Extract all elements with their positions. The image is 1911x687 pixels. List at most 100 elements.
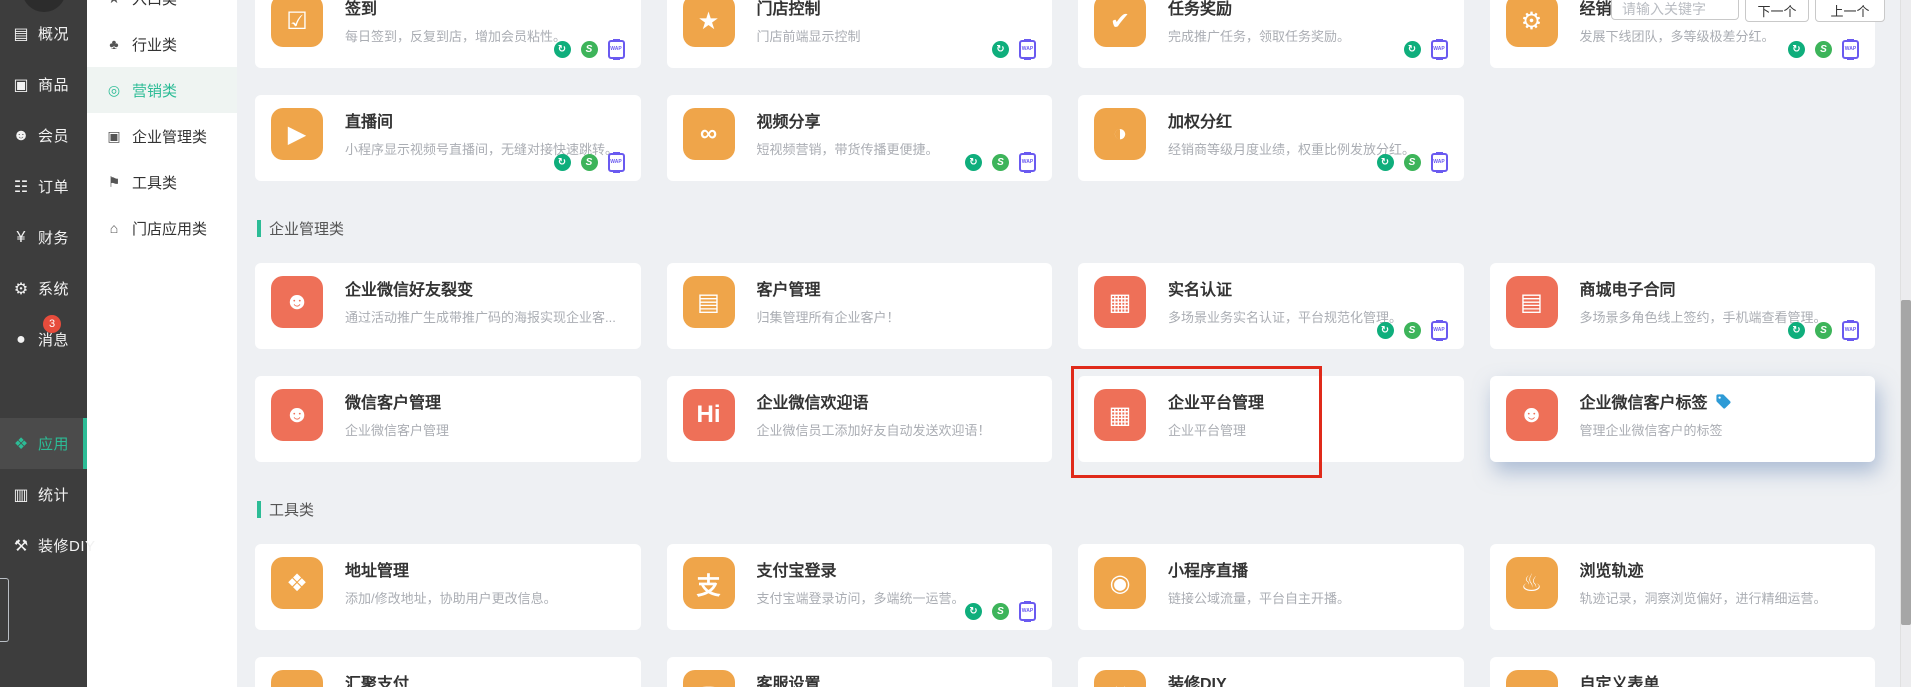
category-item-industry[interactable]: ♣ 行业类	[87, 21, 237, 67]
sidebar-item-members[interactable]: ☻ 会员	[0, 110, 87, 161]
app-tile-glyph: ☻	[284, 401, 309, 429]
app-card-sign-in[interactable]: ☑ 签到 每日签到，反复到店，增加会员粘性。 ↻SWAP	[255, 0, 641, 68]
category-item-label: 企业管理类	[132, 126, 207, 147]
app-tile-glyph: ☏	[693, 682, 723, 687]
app-card-description: 轨迹记录，洞察浏览偏好，进行精细运营。	[1580, 588, 1860, 607]
app-tile-icon: ◈	[271, 670, 323, 687]
section-header-label: 工具类	[269, 499, 314, 520]
app-card-body: 客服设置	[757, 670, 1037, 687]
app-card-address-management[interactable]: ❖ 地址管理 添加/修改地址，协助用户更改信息。	[255, 544, 641, 630]
app-tile-icon: ▤	[1506, 276, 1558, 328]
scrollbar-thumb[interactable]	[1901, 300, 1911, 625]
tags-icon	[1715, 393, 1732, 410]
app-tile-icon: ☑	[271, 0, 323, 47]
app-card-title: 任务奖励	[1168, 0, 1232, 19]
app-card-live-room[interactable]: ▶ 直播间 小程序显示视频号直播间，无缝对接快速跳转。 ↻SWAP	[255, 95, 641, 181]
category-item-label: 入口类	[132, 0, 177, 9]
app-card-miniprogram-live[interactable]: ◉ 小程序直播 链接公域流量，平台自主开播。	[1078, 544, 1464, 630]
app-tile-icon: ★	[683, 0, 735, 47]
app-card-title: 企业微信欢迎语	[757, 389, 869, 413]
app-card-wework-customer-tags[interactable]: ☻ 企业微信客户标签 管理企业微信客户的标签	[1490, 376, 1876, 462]
app-grid: ❖ 地址管理 添加/修改地址，协助用户更改信息。 支 支付宝登录 支付宝端登录访…	[255, 544, 1875, 687]
app-card-customer-management[interactable]: ▤ 客户管理 归集管理所有企业客户！	[667, 263, 1053, 349]
app-card-enterprise-platform-management[interactable]: ▦ 企业平台管理 企业平台管理	[1078, 376, 1464, 462]
sidebar-item-label: 系统	[38, 278, 69, 299]
app-grid: ☻ 企业微信好友裂变 通过活动推广生成带推广码的海报实现企业客... ▤ 客户管…	[255, 263, 1875, 462]
app-card-title: 直播间	[345, 108, 393, 132]
app-card-decorate-diy-app[interactable]: ⚒ 装修DIY	[1078, 657, 1464, 687]
app-card-title: 企业微信客户标签	[1580, 389, 1708, 413]
sidebar-item-overview[interactable]: ▤ 概况	[0, 8, 87, 59]
category-item-store-apps[interactable]: ⌂ 门店应用类	[87, 205, 237, 251]
app-tile-glyph: ⚙	[1521, 7, 1543, 36]
platform-video-account-icon: ↻	[1377, 154, 1394, 171]
app-card-title: 门店控制	[757, 0, 821, 19]
app-tile-glyph: ▶	[288, 120, 306, 149]
platform-mini-program-icon: S	[1404, 154, 1421, 171]
sidebar-item-label: 概况	[38, 23, 69, 44]
app-card-wework-friend-fission[interactable]: ☻ 企业微信好友裂变 通过活动推广生成带推广码的海报实现企业客...	[255, 263, 641, 349]
sidebar-item-finance[interactable]: ¥ 财务	[0, 212, 87, 263]
notification-badge: 3	[43, 315, 61, 333]
app-card-task-reward[interactable]: ✔ 任务奖励 完成推广任务，领取任务奖励。 ↻WAP	[1078, 0, 1464, 68]
sidebar-item-icon: ⚙	[11, 279, 31, 299]
app-card-wework-welcome[interactable]: Hi 企业微信欢迎语 企业微信员工添加好友自动发送欢迎语！	[667, 376, 1053, 462]
app-card-store-control[interactable]: ★ 门店控制 门店前端显示控制 ↻WAP	[667, 0, 1053, 68]
admin-app-market-page: ▤ 概况 ▣ 商品 ☻ 会员 ☷ 订单 ¥ 财务 ⚙ 系统 ● 消息 3 ❖ 应…	[0, 0, 1911, 687]
app-card-alipay-login[interactable]: 支 支付宝登录 支付宝端登录访问，多端统一运营。 ↻SWAP	[667, 544, 1053, 630]
app-card-body: 企业微信好友裂变 通过活动推广生成带推广码的海报实现企业客...	[345, 276, 625, 349]
sidebar-item-messages[interactable]: ● 消息 3	[0, 314, 87, 365]
app-card-mall-e-contract[interactable]: ▤ 商城电子合同 多场景多角色线上签约，手机端查看管理。 ↻SWAP	[1490, 263, 1876, 349]
platform-wap-icon: WAP	[1019, 153, 1036, 172]
platform-icons: ↻SWAP	[965, 602, 1036, 621]
app-tile-icon: ⚒	[1094, 670, 1146, 687]
app-card-huiju-pay[interactable]: ◈ 汇聚支付	[255, 657, 641, 687]
app-card-real-name-auth[interactable]: ▦ 实名认证 多场景业务实名认证，平台规范化管理。 ↻SWAP	[1078, 263, 1464, 349]
category-item-entry[interactable]: ★ 入口类	[87, 0, 237, 21]
app-card-body: 企业平台管理 企业平台管理	[1168, 389, 1448, 462]
app-tile-icon: ⚙	[1506, 0, 1558, 47]
sidebar-item-icon: ▣	[11, 75, 31, 95]
sidebar-item-orders[interactable]: ☷ 订单	[0, 161, 87, 212]
app-card-video-share[interactable]: ∞ 视频分享 短视频营销，带货传播更便捷。 ↻SWAP	[667, 95, 1053, 181]
app-card-title: 经销	[1580, 0, 1612, 19]
app-card-title: 企业平台管理	[1168, 389, 1264, 413]
app-card-title: 商城电子合同	[1580, 276, 1676, 300]
category-item-icon: ▣	[105, 128, 123, 145]
find-prev-button[interactable]: 上一个	[1815, 0, 1885, 22]
category-item-tools[interactable]: ⚑ 工具类	[87, 159, 237, 205]
category-item-marketing[interactable]: ◎ 营销类	[87, 67, 237, 113]
category-item-enterprise[interactable]: ▣ 企业管理类	[87, 113, 237, 159]
sidebar-item-stats[interactable]: ▥ 统计	[0, 469, 87, 520]
drawer-handle[interactable]	[0, 578, 9, 642]
platform-icons: ↻SWAP	[1377, 321, 1448, 340]
app-card-weighted-dividend[interactable]: ◑ 加权分红 经销商等级月度业绩，权重比例发放分红。 ↻SWAP	[1078, 95, 1464, 181]
app-card-description: 管理企业微信客户的标签	[1580, 420, 1860, 439]
app-card-body: 浏览轨迹 轨迹记录，洞察浏览偏好，进行精细运营。	[1580, 557, 1860, 630]
sidebar-item-apps[interactable]: ❖ 应用	[0, 418, 87, 469]
app-card-browse-track[interactable]: ♨ 浏览轨迹 轨迹记录，洞察浏览偏好，进行精细运营。	[1490, 544, 1876, 630]
app-card-body: 装修DIY	[1168, 670, 1448, 687]
search-input[interactable]	[1611, 0, 1739, 20]
sidebar-item-goods[interactable]: ▣ 商品	[0, 59, 87, 110]
app-tile-icon: ☻	[271, 389, 323, 441]
sidebar-item-decorate-diy[interactable]: ⚒ 装修DIY	[0, 520, 87, 571]
section-header-bar	[257, 501, 261, 518]
app-card-wechat-customer-management[interactable]: ☻ 微信客户管理 企业微信客户管理	[255, 376, 641, 462]
category-item-icon: ★	[105, 0, 123, 7]
platform-icons: ↻SWAP	[1377, 153, 1448, 172]
find-next-button[interactable]: 下一个	[1745, 0, 1809, 22]
app-tile-icon: ▤	[683, 276, 735, 328]
category-item-icon: ⌂	[105, 220, 123, 236]
app-card-title: 实名认证	[1168, 276, 1232, 300]
platform-wap-icon: WAP	[1431, 40, 1448, 59]
category-item-label: 工具类	[132, 172, 177, 193]
platform-wap-icon: WAP	[608, 40, 625, 59]
app-card-title: 装修DIY	[1168, 670, 1227, 687]
platform-video-account-icon: ↻	[554, 41, 571, 58]
platform-wap-icon: WAP	[1431, 321, 1448, 340]
platform-video-account-icon: ↻	[965, 154, 982, 171]
app-card-custom-form[interactable]: ▤ 自定义表单	[1490, 657, 1876, 687]
app-card-customer-service-settings[interactable]: ☏ 客服设置	[667, 657, 1053, 687]
sidebar-item-system[interactable]: ⚙ 系统	[0, 263, 87, 314]
